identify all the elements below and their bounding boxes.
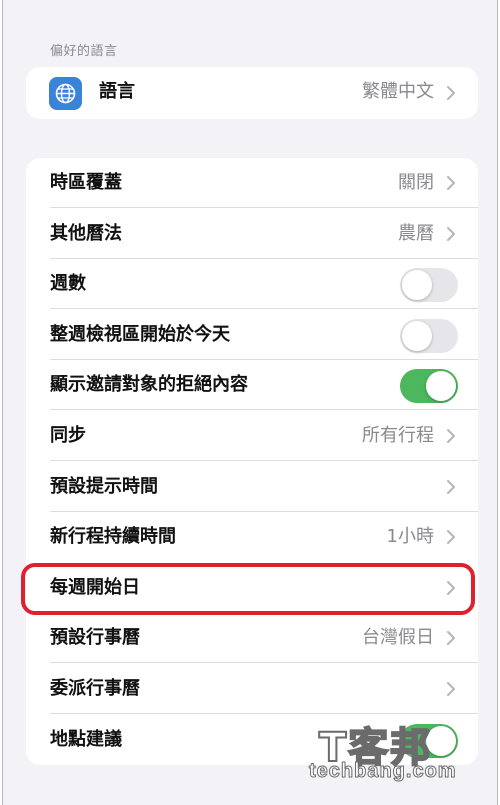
language-value: 繁體中文 — [362, 81, 434, 102]
language-label: 語言 — [99, 81, 135, 102]
chevron-right-icon — [447, 530, 455, 545]
globe-icon — [49, 77, 82, 110]
toggle-switch[interactable] — [400, 369, 458, 404]
settings-row-timezone-override[interactable]: 時區覆蓋 關閉 — [26, 158, 478, 208]
settings-row-label: 同步 — [50, 425, 86, 446]
language-row[interactable]: 語言 繁體中文 — [26, 67, 478, 117]
chevron-right-icon — [447, 176, 455, 190]
settings-row-show-invitee-declines[interactable]: 顯示邀請對象的拒絕內容 — [26, 360, 478, 411]
settings-row-week-view-starts-today[interactable]: 整週檢視區開始於今天 — [26, 310, 478, 360]
settings-screen: 偏好的語言 語言 繁體中文 時區覆蓋 關閉其他曆法 農曆週數整週檢視區開始於今天 顯示… — [2, 0, 498, 805]
settings-row-label: 整週檢視區開始於今天 — [50, 323, 230, 345]
chevron-right-icon — [447, 429, 455, 443]
chevron-right-icon — [447, 226, 455, 241]
watermark: T客邦 techbang.com — [309, 715, 469, 790]
toggle-switch[interactable] — [400, 268, 458, 303]
settings-row-default-alert-times[interactable]: 預設提示時間 — [26, 462, 478, 512]
toggle-switch[interactable] — [400, 318, 458, 353]
settings-row-default-calendar[interactable]: 預設行事曆 台灣假日 — [26, 613, 478, 664]
settings-row-label: 預設提示時間 — [50, 475, 158, 497]
settings-row-value: 所有行程 — [362, 425, 434, 446]
settings-row-label: 其他曆法 — [50, 222, 122, 244]
settings-row-delegate-calendars[interactable]: 委派行事曆 — [26, 664, 478, 714]
settings-row-week-numbers[interactable]: 週數 — [26, 259, 478, 310]
settings-row-label: 時區覆蓋 — [50, 172, 122, 193]
settings-row-label: 週數 — [50, 273, 86, 295]
settings-row-value: 農曆 — [398, 222, 434, 244]
watermark-text: techbang.com — [309, 760, 457, 783]
settings-row-sync[interactable]: 同步 所有行程 — [26, 411, 478, 461]
preferred-language-group: 語言 繁體中文 — [26, 67, 478, 119]
toggle-knob — [402, 270, 432, 301]
highlight-box — [21, 563, 475, 615]
settings-row-label: 顯示邀請對象的拒絕內容 — [50, 374, 248, 396]
chevron-right-icon — [447, 631, 455, 646]
chevron-right-icon — [447, 479, 455, 494]
toggle-knob — [402, 320, 432, 351]
settings-row-value: 關閉 — [398, 172, 434, 193]
settings-row-new-event-duration[interactable]: 新行程持續時間 1小時 — [26, 512, 478, 562]
settings-row-label: 委派行事曆 — [50, 678, 140, 699]
settings-row-alternate-calendars[interactable]: 其他曆法 農曆 — [26, 209, 478, 259]
settings-row-value: 1小時 — [386, 526, 434, 548]
settings-row-label: 地點建議 — [50, 728, 122, 750]
settings-row-label: 新行程持續時間 — [50, 526, 176, 548]
settings-row-value: 台灣假日 — [362, 627, 434, 649]
settings-row-label: 預設行事曆 — [50, 627, 140, 649]
chevron-right-icon — [447, 682, 455, 696]
toggle-knob — [426, 371, 456, 402]
calendar-settings-group: 時區覆蓋 關閉其他曆法 農曆週數整週檢視區開始於今天 顯示邀請對象的拒絕內容 同步 所有行… — [26, 158, 478, 765]
chevron-right-icon — [447, 86, 455, 100]
section-header-preferred-language: 偏好的語言 — [50, 44, 118, 59]
